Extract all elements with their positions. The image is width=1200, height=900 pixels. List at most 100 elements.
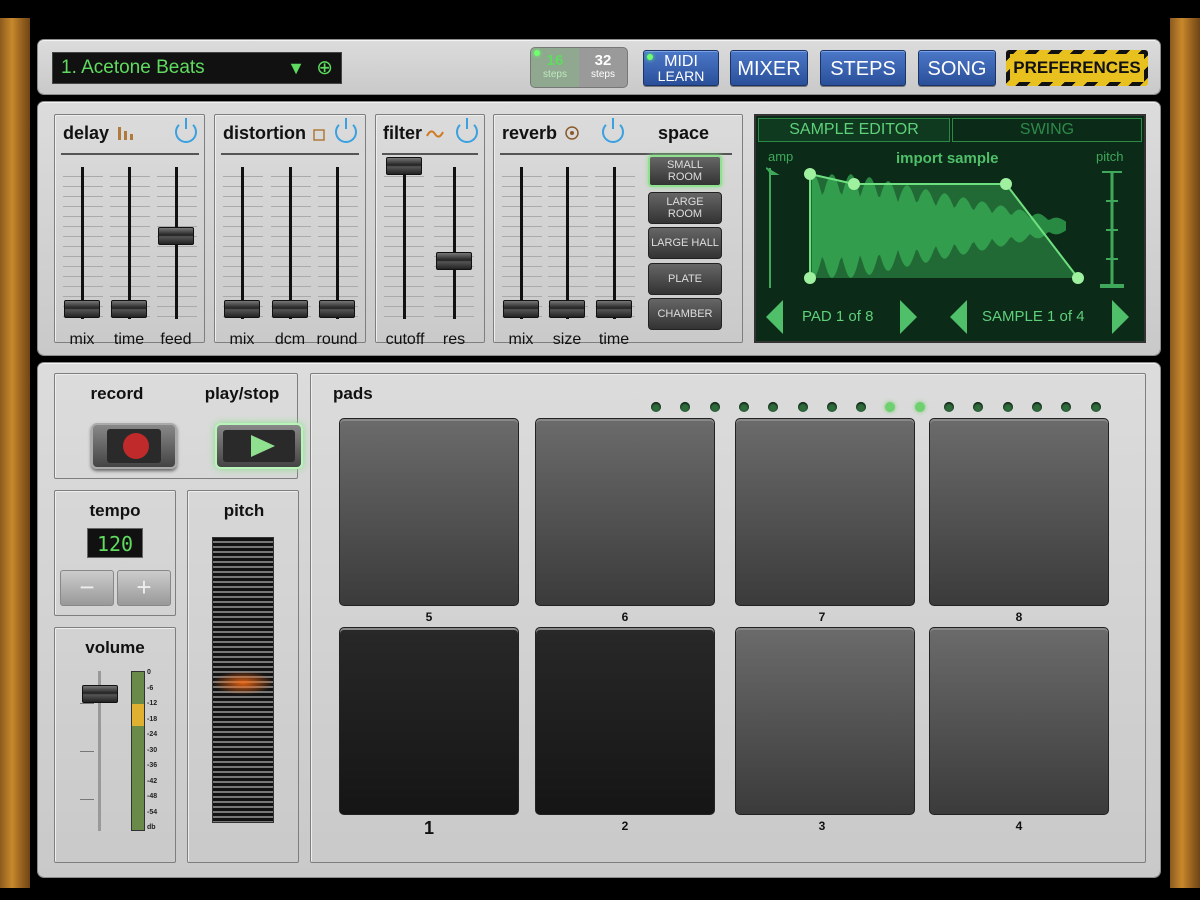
sample-editor: SAMPLE EDITOR SWING amp import sample pi… [754,114,1146,343]
record-button[interactable] [91,423,177,469]
space-large-room-button[interactable]: LARGE ROOM [648,192,722,224]
pad-1[interactable] [339,627,519,815]
chevron-down-icon[interactable]: ▼ [287,53,305,83]
preferences-label: PREFERENCES [1010,54,1144,82]
step-led [1061,402,1072,412]
space-large-hall-button[interactable]: LARGE HALL [648,227,722,259]
preset-selector[interactable]: 1. Acetone Beats ▼ ⊕ [52,52,342,84]
distortion-mix-track [241,167,244,319]
sample-prev-icon[interactable] [950,300,967,334]
reverb-mix-slider[interactable] [503,300,539,318]
pad-3[interactable] [735,627,915,815]
filter-res-slider[interactable] [436,252,472,270]
tab-sample-editor[interactable]: SAMPLE EDITOR [758,118,950,142]
mixer-button[interactable]: MIXER [730,50,808,86]
song-button[interactable]: SONG [918,50,996,86]
distortion-round-slider[interactable] [319,300,355,318]
level-meter-fill [132,704,144,726]
pad-prev-icon[interactable] [766,300,783,334]
tempo-label: tempo [89,501,141,520]
reverb-time-label: time [598,331,630,348]
reverb-section: reverb space mix size time SMALL ROOM LA… [493,114,743,348]
distortion-dcm-slider[interactable] [272,300,308,318]
sample-nav-label: SAMPLE 1 of 4 [982,308,1085,325]
tempo-minus-button[interactable]: − [60,570,114,606]
tempo-plus-button[interactable]: + [117,570,171,606]
play-stop-button[interactable] [215,423,303,469]
bars-icon [118,127,133,140]
reverb-size-slider[interactable] [549,300,585,318]
volume-slider[interactable] [82,685,118,703]
volume-tick [80,751,94,752]
step-led [651,402,661,412]
envelope-handle[interactable] [848,178,860,190]
step-led [826,402,837,412]
delay-feed-slider[interactable] [158,227,194,245]
reverb-mix-track [520,167,523,319]
main-panel: record play/stop tempo 120 − + pitch vol… [38,363,1160,877]
pad-nav-label: PAD 1 of 8 [802,308,874,325]
pad-5[interactable] [339,418,519,606]
db-label: -12 [147,700,158,707]
pad-number: 1 [423,818,434,838]
distortion-mix-slider[interactable] [224,300,260,318]
reverb-power-icon[interactable] [602,118,624,143]
db-label: -54 [147,808,158,816]
filter-cutoff-slider[interactable] [386,157,422,175]
volume-tick [80,703,94,704]
db-label: db [147,824,156,831]
pitch-scale[interactable] [1100,171,1124,288]
pitch-wheel-indicator [212,671,274,695]
step-led [1090,402,1101,412]
steps-16-unit: steps [543,69,567,80]
space-chamber-button[interactable]: CHAMBER [648,298,722,330]
delay-section: delay mix time feed [54,114,205,348]
midi-learn-button[interactable]: MIDI LEARN [643,50,719,86]
step-led [768,402,779,412]
steps-button[interactable]: STEPS [820,50,906,86]
envelope-handle[interactable] [804,272,816,284]
space-plate-button[interactable]: PLATE [648,263,722,295]
distortion-power-icon[interactable] [335,118,357,143]
fx-bar: delay mix time feed distortion mix dcm r… [38,102,1160,355]
sample-next-icon[interactable] [1112,300,1129,334]
distortion-divider [221,153,359,155]
amp-label: amp [768,149,794,164]
delay-feed-label: feed [160,331,192,348]
steps-toggle[interactable]: 16 steps 32 steps [530,47,628,88]
waveform-display[interactable] [766,166,1138,294]
filter-divider [382,153,478,155]
reverb-time-slider[interactable] [596,300,632,318]
tab-swing[interactable]: SWING [952,118,1142,142]
envelope-handle[interactable] [804,168,816,180]
db-label: -30 [147,746,158,754]
pad-6[interactable] [535,418,715,606]
play-icon [251,435,275,457]
pad-8[interactable] [929,418,1109,606]
midi-led [647,54,653,60]
pad-7[interactable] [735,418,915,606]
import-sample-button[interactable]: import sample [896,150,999,167]
preferences-button[interactable]: PREFERENCES [1006,50,1148,86]
add-icon[interactable]: ⊕ [316,53,333,83]
delay-mix-slider[interactable] [64,300,100,318]
steps-32-value: 32 [594,52,612,69]
pad-4[interactable] [929,627,1109,815]
delay-time-slider[interactable] [111,300,147,318]
distortion-round-label: round [316,331,358,348]
delay-power-icon[interactable] [175,118,197,143]
record-label: record [90,384,144,403]
filter-power-icon[interactable] [456,118,478,143]
space-title: space [658,123,710,143]
space-small-room-button[interactable]: SMALL ROOM [648,155,722,187]
step-led [885,402,896,412]
db-label: -24 [147,731,158,738]
square-wave-icon [313,129,325,141]
filter-cutoff-track [403,167,406,319]
steps-32-unit: steps [591,69,615,80]
envelope-handle[interactable] [1072,272,1084,284]
pad-next-icon[interactable] [900,300,917,334]
envelope-handle[interactable] [1000,178,1012,190]
steps-32-button[interactable]: 32 steps [579,48,627,87]
pad-2[interactable] [535,627,715,815]
